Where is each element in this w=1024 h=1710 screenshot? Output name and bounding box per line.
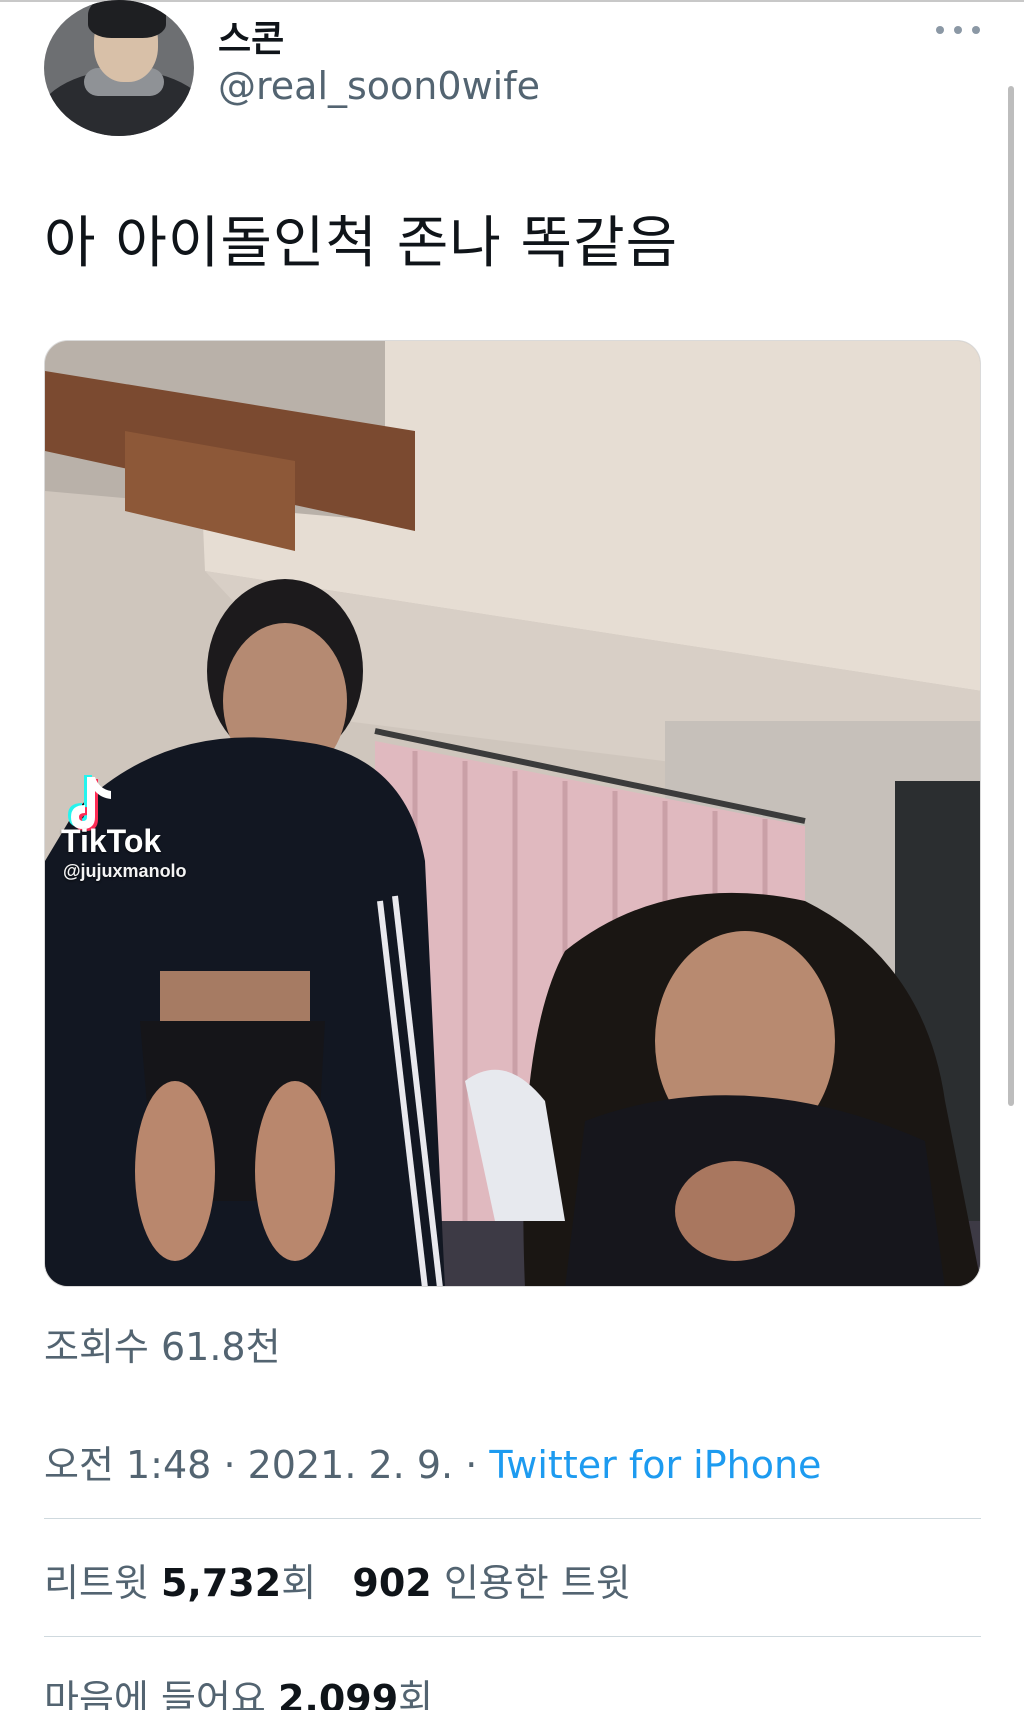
video-frame (45, 341, 980, 1286)
likes-stats[interactable]: 마음에 들어요 2,099회 (44, 1668, 433, 1710)
quotes-label: 인용한 트윗 (443, 1561, 631, 1605)
avatar[interactable] (44, 0, 194, 136)
tweet-video[interactable]: TikTok @jujuxmanolo (44, 340, 981, 1287)
user-handle[interactable]: @real_soon0wife (218, 64, 540, 108)
retweets-suffix: 회 (281, 1561, 317, 1605)
retweets-link[interactable]: 리트윗 5,732회 (44, 1561, 316, 1605)
divider (44, 1518, 981, 1519)
retweet-stats: 리트윗 5,732회 902 인용한 트윗 (44, 1552, 631, 1607)
meta-separator: · (465, 1443, 478, 1487)
tiktok-watermark-user: @jujuxmanolo (63, 861, 187, 881)
likes-suffix: 회 (398, 1677, 434, 1710)
tweet-text: 아 아이돌인척 존나 똑같음 (44, 211, 679, 276)
tweet-date[interactable]: 2021. 2. 9. (248, 1443, 453, 1487)
tiktok-watermark-label: TikTok (61, 823, 162, 859)
quote-tweets-link[interactable]: 902 인용한 트윗 (352, 1561, 630, 1605)
retweets-label: 리트윗 (44, 1561, 149, 1605)
more-horizontal-icon[interactable] (936, 18, 980, 42)
retweets-count: 5,732 (160, 1561, 282, 1605)
view-count: 조회수 61.8천 (44, 1325, 281, 1369)
likes-count: 2,099 (277, 1677, 399, 1710)
divider (44, 1636, 981, 1637)
tweet-time[interactable]: 오전 1:48 (44, 1443, 211, 1487)
tweet-meta: 오전 1:48 · 2021. 2. 9. · Twitter for iPho… (44, 1434, 821, 1489)
quotes-count: 902 (352, 1561, 432, 1605)
likes-label: 마음에 들어요 (44, 1677, 266, 1710)
tweet-source-link[interactable]: Twitter for iPhone (489, 1443, 821, 1487)
meta-separator: · (223, 1443, 236, 1487)
scrollbar[interactable] (1008, 86, 1014, 1106)
display-name[interactable]: 스콘 (218, 10, 284, 62)
